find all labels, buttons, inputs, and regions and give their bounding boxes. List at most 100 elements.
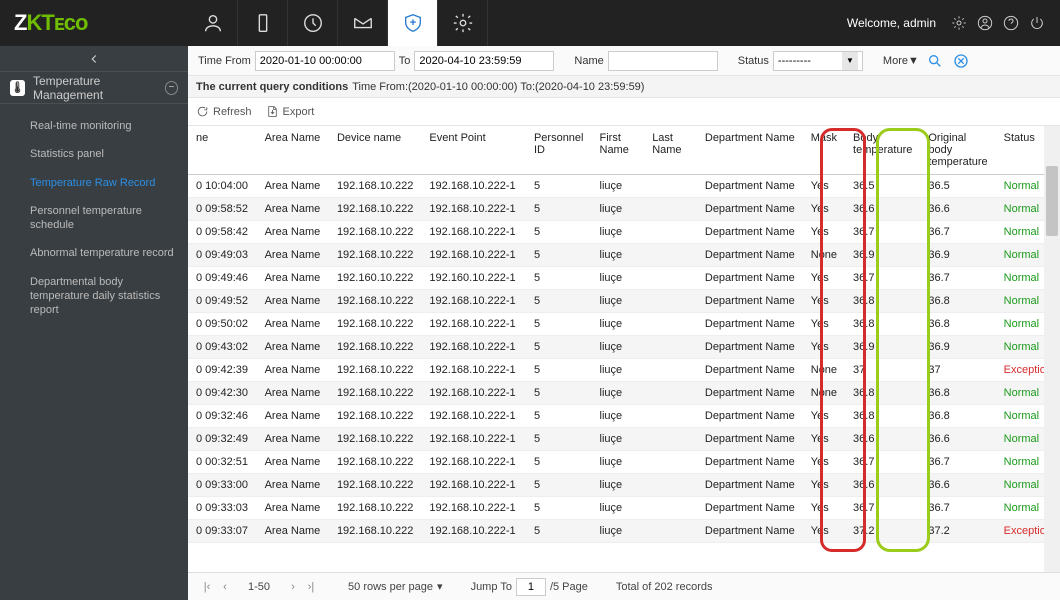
table-row[interactable]: 0 09:49:52Area Name192.168.10.222192.168… [188, 290, 1060, 313]
cell: 0 00:32:51 [188, 451, 257, 474]
cell: 192.168.10.222-1 [421, 497, 526, 520]
page-last-icon[interactable]: ›| [302, 581, 320, 593]
time-to-input[interactable] [414, 51, 554, 71]
cell: liuçe [592, 267, 645, 290]
nav-settings-icon[interactable] [438, 0, 488, 46]
top-user-icon[interactable] [972, 10, 998, 36]
time-from-input[interactable] [255, 51, 395, 71]
nav-personnel-icon[interactable] [188, 0, 238, 46]
scrollbar-thumb[interactable] [1046, 166, 1058, 236]
col-header[interactable]: Original body temperature [920, 126, 995, 175]
col-header[interactable]: First Name [592, 126, 645, 175]
cell [644, 290, 697, 313]
col-header[interactable]: Area Name [257, 126, 329, 175]
sidebar-collapse-icon[interactable] [0, 46, 188, 72]
table-row[interactable]: 0 09:42:30Area Name192.168.10.222192.168… [188, 382, 1060, 405]
cell [644, 359, 697, 382]
sidebar-section-header[interactable]: 🌡 Temperature Management − [0, 72, 188, 104]
cell: 36.6 [845, 198, 920, 221]
cell: 192.168.10.222-1 [421, 405, 526, 428]
nav-icons [188, 0, 488, 46]
top-help-icon[interactable] [998, 10, 1024, 36]
time-from-label: Time From [198, 55, 251, 67]
col-header[interactable]: Last Name [644, 126, 697, 175]
page-next-icon[interactable]: › [284, 581, 302, 593]
collapse-minus-icon[interactable]: − [165, 81, 178, 95]
table-row[interactable]: 0 09:58:42Area Name192.168.10.222192.168… [188, 221, 1060, 244]
sidebar-item-0[interactable]: Real-time monitoring [0, 112, 188, 140]
table-row[interactable]: 0 09:58:52Area Name192.168.10.222192.168… [188, 198, 1060, 221]
cell: 0 09:50:02 [188, 313, 257, 336]
table-row[interactable]: 0 10:04:00Area Name192.168.10.222192.168… [188, 175, 1060, 198]
cell: liuçe [592, 451, 645, 474]
nav-time-icon[interactable] [288, 0, 338, 46]
cell: 36.5 [845, 175, 920, 198]
top-gear-icon[interactable] [946, 10, 972, 36]
cell: 37.2 [920, 520, 995, 543]
cell: 36.7 [920, 497, 995, 520]
table-row[interactable]: 0 09:50:02Area Name192.168.10.222192.168… [188, 313, 1060, 336]
cell: 192.168.10.222 [329, 497, 421, 520]
cell: Area Name [257, 313, 329, 336]
cell: 192.168.10.222 [329, 244, 421, 267]
top-power-icon[interactable] [1024, 10, 1050, 36]
col-header[interactable]: Device name [329, 126, 421, 175]
cell: 192.168.10.222 [329, 313, 421, 336]
nav-shield-icon[interactable] [388, 0, 438, 46]
page-first-icon[interactable]: |‹ [198, 581, 216, 593]
table-wrap[interactable]: neArea NameDevice nameEvent PointPersonn… [188, 126, 1060, 572]
table-row[interactable]: 0 09:32:46Area Name192.168.10.222192.168… [188, 405, 1060, 428]
table-row[interactable]: 0 09:43:02Area Name192.168.10.222192.168… [188, 336, 1060, 359]
cell: liuçe [592, 405, 645, 428]
cell: 0 09:49:03 [188, 244, 257, 267]
cell: 192.168.10.222-1 [421, 520, 526, 543]
cell: None [803, 244, 845, 267]
col-header[interactable]: Body temperature [845, 126, 920, 175]
table-row[interactable]: 0 09:33:00Area Name192.168.10.222192.168… [188, 474, 1060, 497]
status-select[interactable]: ---------▼ [773, 51, 863, 71]
table-row[interactable]: 0 09:49:03Area Name192.168.10.222192.168… [188, 244, 1060, 267]
col-header[interactable]: Event Point [421, 126, 526, 175]
cell: 192.168.10.222-1 [421, 313, 526, 336]
nav-message-icon[interactable] [338, 0, 388, 46]
cell: 36.7 [920, 221, 995, 244]
cell: 192.168.10.222 [329, 175, 421, 198]
col-header[interactable]: Personnel ID [526, 126, 592, 175]
refresh-button[interactable]: Refresh [196, 105, 252, 118]
table-row[interactable]: 0 09:42:39Area Name192.168.10.222192.168… [188, 359, 1060, 382]
table-row[interactable]: 0 09:33:07Area Name192.168.10.222192.168… [188, 520, 1060, 543]
name-input[interactable] [608, 51, 718, 71]
export-button[interactable]: Export [266, 105, 315, 118]
cell: 192.168.10.222-1 [421, 175, 526, 198]
table-row[interactable]: 0 00:32:51Area Name192.168.10.222192.168… [188, 451, 1060, 474]
more-toggle[interactable]: More▼ [883, 55, 919, 67]
sidebar-item-4[interactable]: Abnormal temperature record [0, 239, 188, 267]
col-header[interactable]: Mask [803, 126, 845, 175]
rows-per-page-arrow[interactable]: ▾ [437, 580, 443, 593]
col-header[interactable]: Department Name [697, 126, 803, 175]
rows-per-page[interactable]: 50 rows per page [348, 581, 433, 593]
cell: Department Name [697, 451, 803, 474]
nav-device-icon[interactable] [238, 0, 288, 46]
table-row[interactable]: 0 09:32:49Area Name192.168.10.222192.168… [188, 428, 1060, 451]
table-row[interactable]: 0 09:49:46Area Name192.160.10.222192.160… [188, 267, 1060, 290]
clear-icon[interactable] [951, 51, 971, 71]
sidebar-item-2[interactable]: Temperature Raw Record [0, 169, 188, 197]
search-icon[interactable] [925, 51, 945, 71]
table-row[interactable]: 0 09:33:03Area Name192.168.10.222192.168… [188, 497, 1060, 520]
cell: Area Name [257, 267, 329, 290]
page-prev-icon[interactable]: ‹ [216, 581, 234, 593]
cell: Department Name [697, 405, 803, 428]
sidebar-item-5[interactable]: Departmental body temperature daily stat… [0, 268, 188, 325]
sidebar-item-1[interactable]: Statistics panel [0, 140, 188, 168]
cell: 192.168.10.222 [329, 520, 421, 543]
cell: 36.7 [920, 267, 995, 290]
col-header[interactable]: ne [188, 126, 257, 175]
sidebar-item-3[interactable]: Personnel temperature schedule [0, 197, 188, 240]
jump-input[interactable] [516, 578, 546, 596]
cell: 5 [526, 497, 592, 520]
cell: liuçe [592, 428, 645, 451]
welcome-text: Welcome, admin [847, 16, 936, 30]
cell: Yes [803, 336, 845, 359]
cell: 36.7 [845, 497, 920, 520]
